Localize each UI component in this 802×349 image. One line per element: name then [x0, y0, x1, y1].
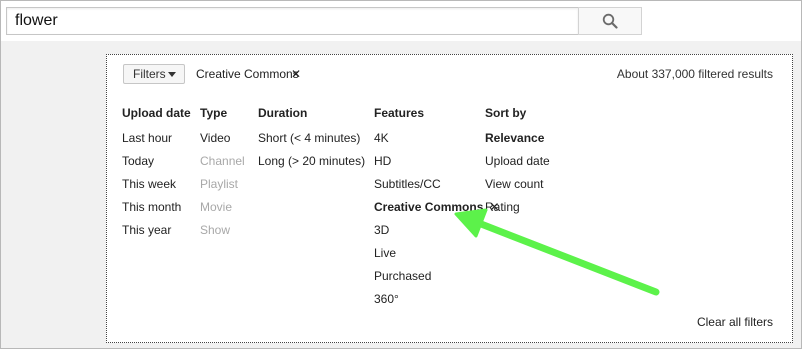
filter-option-360[interactable]: 360° — [374, 292, 499, 315]
filter-option-last-hour[interactable]: Last hour — [122, 131, 191, 154]
caret-down-icon — [168, 72, 176, 77]
filter-option-short[interactable]: Short (< 4 minutes) — [258, 131, 365, 154]
column-heading: Upload date — [122, 106, 191, 120]
column-sort-by: Sort by Relevance Upload date View count… — [485, 106, 550, 223]
column-features: Features 4K HD Subtitles/CC Creative Com… — [374, 106, 499, 315]
filter-option-label: Creative Commons — [374, 200, 484, 214]
sort-option-relevance[interactable]: Relevance — [485, 131, 550, 154]
sort-option-upload-date[interactable]: Upload date — [485, 154, 550, 177]
result-count: About 337,000 filtered results — [616, 67, 773, 81]
sort-option-view-count[interactable]: View count — [485, 177, 550, 200]
column-heading: Sort by — [485, 106, 527, 120]
filter-option-long[interactable]: Long (> 20 minutes) — [258, 154, 365, 177]
filter-option-subtitles[interactable]: Subtitles/CC — [374, 177, 499, 200]
filters-toggle-button[interactable]: Filters — [123, 64, 185, 84]
filter-option-today[interactable]: Today — [122, 154, 191, 177]
filter-option-4k[interactable]: 4K — [374, 131, 499, 154]
clear-all-filters-link[interactable]: Clear all filters — [697, 315, 773, 329]
filter-option-this-year[interactable]: This year — [122, 223, 191, 246]
search-button[interactable] — [578, 7, 642, 35]
column-heading: Type — [200, 106, 228, 120]
filters-button-label: Filters — [133, 67, 166, 81]
filter-option-live[interactable]: Live — [374, 246, 499, 269]
column-duration: Duration Short (< 4 minutes) Long (> 20 … — [258, 106, 365, 177]
sort-option-rating[interactable]: Rating — [485, 200, 550, 223]
filter-option-playlist: Playlist — [200, 177, 239, 191]
window-frame: flower Filters Creative Commons ✕ About … — [0, 0, 802, 349]
column-upload-date: Upload date Last hour Today This week Th… — [122, 106, 191, 246]
filter-option-purchased[interactable]: Purchased — [374, 269, 499, 292]
filter-option-video[interactable]: Video — [200, 131, 245, 154]
search-input[interactable]: flower — [6, 7, 578, 35]
filter-option-show: Show — [200, 223, 231, 237]
filter-option-movie: Movie — [200, 200, 233, 214]
search-icon — [602, 13, 618, 29]
filter-panel: Filters Creative Commons ✕ About 337,000… — [106, 54, 793, 343]
column-heading: Duration — [258, 106, 308, 120]
filter-option-3d[interactable]: 3D — [374, 223, 499, 246]
filter-option-channel: Channel — [200, 154, 245, 168]
filter-option-this-month[interactable]: This month — [122, 200, 191, 223]
filter-option-this-week[interactable]: This week — [122, 177, 191, 200]
filter-option-hd[interactable]: HD — [374, 154, 499, 177]
column-heading: Features — [374, 106, 425, 120]
search-bar: flower — [1, 1, 801, 41]
column-type: Type Video Channel Playlist Movie Show — [200, 106, 245, 246]
active-filter-label: Creative Commons — [196, 67, 299, 81]
filter-option-creative-commons[interactable]: Creative Commons ✕ — [374, 200, 499, 223]
remove-filter-close-icon[interactable]: ✕ — [291, 68, 301, 80]
